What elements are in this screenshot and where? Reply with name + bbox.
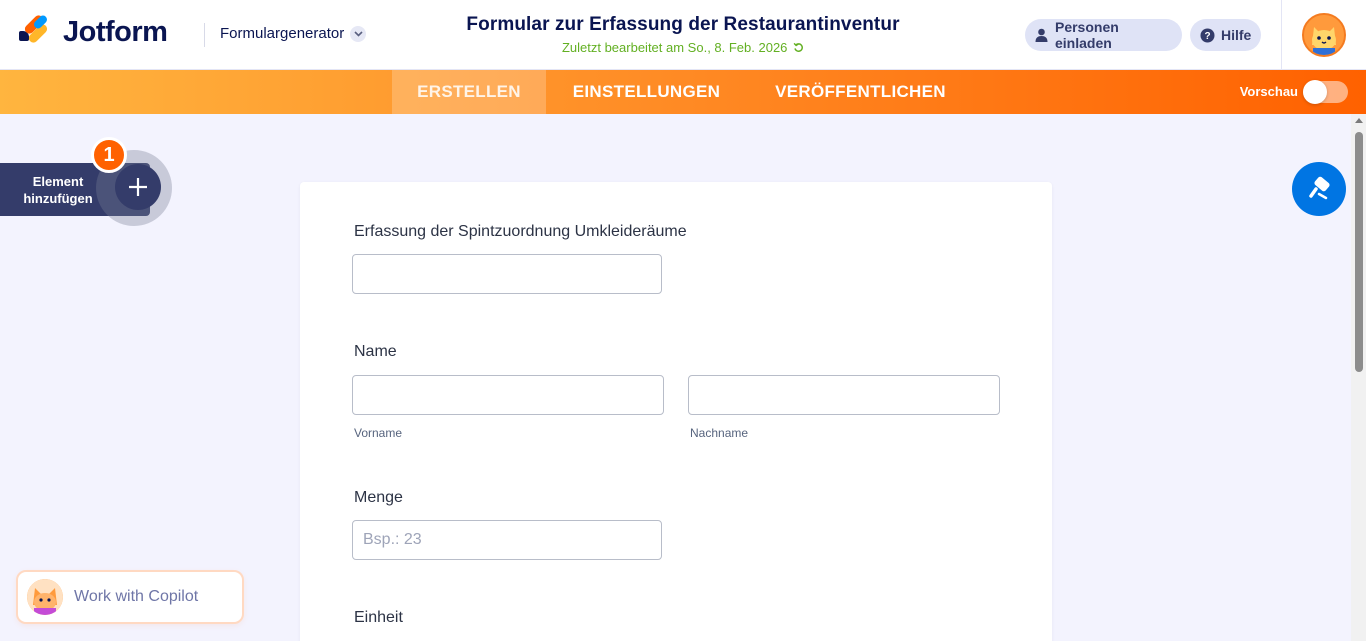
- tab-build-label: ERSTELLEN: [417, 82, 521, 101]
- product-menu-label: Formulargenerator: [220, 25, 345, 42]
- preview-label: Vorschau: [1239, 84, 1298, 99]
- tab-publish-label: VERÖFFENTLICHEN: [775, 82, 946, 101]
- plus-icon: [129, 178, 147, 196]
- tab-publish[interactable]: VERÖFFENTLICHEN: [747, 70, 974, 114]
- page-scrollbar[interactable]: [1351, 114, 1366, 641]
- builder-tab-bar: ERSTELLEN EINSTELLUNGEN VERÖFFENTLICHEN: [0, 70, 1366, 114]
- last-name-sublabel: Nachname: [690, 426, 749, 440]
- question-label-name[interactable]: Name: [354, 343, 397, 361]
- scroll-up-arrow-icon[interactable]: [1355, 118, 1363, 123]
- add-element-button[interactable]: [115, 164, 161, 210]
- last-edited-status: Zuletzt bearbeitet am So., 8. Feb. 2026: [383, 40, 983, 55]
- question-label-quantity[interactable]: Menge: [354, 489, 403, 507]
- header-divider: [204, 23, 205, 47]
- form-designer-button[interactable]: [1292, 162, 1346, 216]
- form-title[interactable]: Formular zur Erfassung der Restaurantinv…: [383, 14, 983, 36]
- user-avatar[interactable]: [1302, 13, 1346, 57]
- first-name-input[interactable]: [352, 375, 664, 415]
- copilot-avatar-icon: [27, 579, 63, 615]
- paint-roller-icon: [1309, 176, 1330, 200]
- brand-name: Jotform: [63, 16, 168, 48]
- header-divider-right: [1281, 0, 1282, 70]
- jotform-logo-mark-icon: [19, 13, 49, 49]
- last-edited-text: Zuletzt bearbeitet am So., 8. Feb. 2026: [561, 40, 788, 55]
- preview-toggle-knob: [1303, 80, 1327, 104]
- invite-people-label: Personen einladen: [1054, 19, 1119, 51]
- person-icon: [1035, 28, 1049, 43]
- question-label-unit[interactable]: Einheit: [354, 609, 403, 627]
- refresh-icon[interactable]: [793, 42, 804, 53]
- invite-people-button[interactable]: Personen einladen: [1025, 19, 1182, 51]
- add-element-label: Element hinzufügen: [23, 174, 93, 206]
- app-header: Jotform Formulargenerator Formular zur E…: [0, 0, 1366, 70]
- scrollbar-thumb[interactable]: [1355, 132, 1363, 372]
- svg-text:?: ?: [1204, 31, 1210, 42]
- locker-assignment-input[interactable]: [352, 254, 662, 294]
- tab-settings[interactable]: EINSTELLUNGEN: [546, 70, 747, 114]
- quantity-placeholder: Bsp.: 23: [363, 531, 422, 548]
- last-name-input[interactable]: [688, 375, 1000, 415]
- form-title-block: Formular zur Erfassung der Restaurantinv…: [383, 14, 983, 55]
- notification-badge: 1: [91, 137, 127, 173]
- tab-build[interactable]: ERSTELLEN: [392, 70, 546, 114]
- question-circle-icon: ?: [1200, 28, 1215, 43]
- help-button[interactable]: ? Hilfe: [1190, 19, 1261, 51]
- quantity-input[interactable]: Bsp.: 23: [352, 520, 662, 560]
- product-menu[interactable]: Formulargenerator: [220, 25, 367, 42]
- preview-toggle[interactable]: [1303, 80, 1348, 104]
- chevron-down-icon: [350, 25, 367, 42]
- question-label-locker[interactable]: Erfassung der Spintzuordnung Umkleideräu…: [354, 223, 687, 241]
- tab-settings-label: EINSTELLUNGEN: [572, 82, 721, 101]
- copilot-label: Work with Copilot: [74, 588, 199, 605]
- form-canvas: Erfassung der Spintzuordnung Umkleideräu…: [300, 182, 1052, 641]
- help-label: Hilfe: [1221, 27, 1252, 43]
- copilot-button[interactable]: Work with Copilot: [16, 570, 244, 624]
- first-name-sublabel: Vorname: [354, 426, 403, 440]
- jotform-logo[interactable]: Jotform: [19, 13, 168, 49]
